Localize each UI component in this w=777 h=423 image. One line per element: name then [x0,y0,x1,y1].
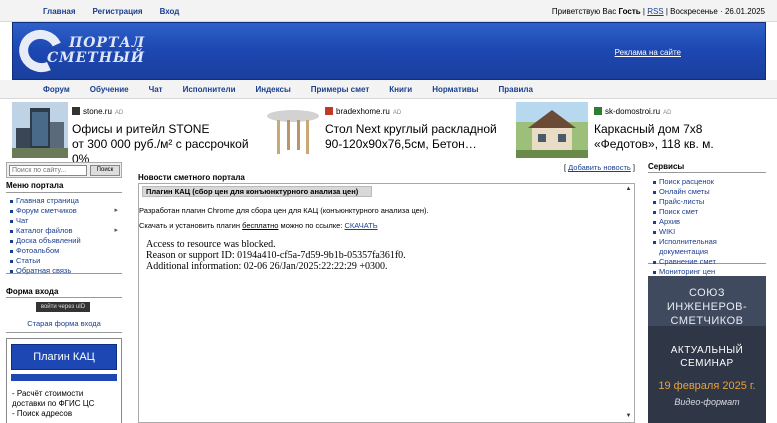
seminar-banner[interactable]: СОЮЗ ИНЖЕНЕРОВ-СМЕТЧИКОВ АКТУАЛЬНЫЙ СЕМИ… [648,276,766,423]
kac-item: доставки по ФГИС ЦС [12,399,95,408]
menu-item-chat[interactable]: Чат [10,216,122,226]
portal-menu-title: Меню портала [6,181,64,190]
logo-text-top: ПОРТАЛ [69,35,146,51]
scroll-down-icon[interactable]: ▼ [625,413,632,420]
banner-heading: АКТУАЛЬНЫЙ СЕМИНАР [670,345,744,369]
search-form: Поиск [6,162,122,178]
site-favicon-icon [72,107,80,115]
menu-item-home[interactable]: Главная страница [10,196,122,206]
menu-estimate-examples[interactable]: Примеры смет [311,85,370,94]
ad-site: bradexhome.ru AD [325,107,401,116]
services-title: Сервисы [648,162,685,171]
plugin-description: Разработан плагин Chrome для сбора цен д… [139,206,429,215]
kac-plugin-banner[interactable]: Плагин КАЦ - Расчёт стоимости доставки п… [6,338,122,423]
menu-forum[interactable]: Форум [43,85,70,94]
service-item[interactable]: Прайс-листы [653,197,766,207]
news-title: Новости сметного портала [138,173,245,182]
menu-item-files[interactable]: Каталог файлов ▸ [10,226,122,236]
top-bar: Главная Регистрация Вход Приветствую Вас… [0,0,777,22]
ad-text: Каркасный дом 7х8 «Федотов», 118 кв. м. [594,122,714,151]
login-form-title: Форма входа [6,287,59,296]
menu-regulations[interactable]: Нормативы [432,85,478,94]
kac-divider [11,374,117,381]
site-logo[interactable]: ПОРТАЛ СМЕТНЫЙ [13,23,169,79]
search-button[interactable]: Поиск [90,165,120,176]
menu-item-board[interactable]: Доска объявлений [10,236,122,246]
plugin-title: Плагин КАЦ (сбор цен для конъюнктурного … [142,186,372,197]
rss-link[interactable]: RSS [647,7,663,16]
greeting-text: Приветствую Вас [551,7,617,16]
ad-house-image [516,102,588,158]
menu-item-feedback[interactable]: Обратная связь [10,266,122,276]
service-item[interactable]: Поиск смет [653,207,766,217]
menu-indexes[interactable]: Индексы [256,85,291,94]
add-news: [ Добавить новость ] [563,163,635,172]
plugin-download-line: Скачать и установить плагин бесплатно мо… [139,221,378,230]
menu-chat[interactable]: Чат [149,85,163,94]
scroll-up-icon[interactable]: ▲ [625,186,632,193]
menu-item-photo[interactable]: Фотоальбом [10,246,122,256]
menu-item-articles[interactable]: Статьи [10,256,122,266]
portal-menu: Главная страница Форум сметчиков ▸ Чат Ка… [6,192,122,276]
news-frame: Плагин КАЦ (сбор цен для конъюнктурного … [138,183,635,423]
site-favicon-icon [325,107,333,115]
service-item[interactable]: Исполнительная документация [653,237,766,257]
service-item[interactable]: Сравнение смет [653,257,766,267]
service-item[interactable]: Архив [653,217,766,227]
logo-text-bottom: СМЕТНЫЙ [47,50,146,66]
uid-login-button[interactable]: войти через uID [36,302,90,312]
banner-date: 19 февраля 2025 г. [658,380,756,392]
nav-home-link[interactable]: Главная [43,7,76,16]
ad-bradexhome[interactable]: bradexhome.ru AD Стол Next круглый раскла… [265,102,515,158]
main-content: [ Добавить новость ] Новости сметного по… [138,160,635,423]
old-login-link[interactable]: Старая форма входа [6,319,122,328]
search-input[interactable] [9,165,87,176]
add-news-link[interactable]: Добавить новость [568,163,631,172]
kac-item: - Поиск адресов [12,409,73,418]
chevron-right-icon: ▸ [114,207,118,214]
service-item[interactable]: WIKI [653,227,766,237]
top-nav: Главная Регистрация Вход [43,7,179,16]
site-favicon-icon [594,107,602,115]
kac-title: Плагин КАЦ [11,344,117,370]
nav-register-link[interactable]: Регистрация [93,7,143,16]
services-list: Поиск расценок Онлайн сметы Прайс-листы … [648,172,766,276]
banner-format: Видео-формат [674,397,740,407]
scrollbar[interactable]: ▲ ▼ [625,186,632,420]
kac-item: - Расчёт стоимости [12,389,84,398]
current-date: Воскресенье · 26.01.2025 [670,7,765,16]
blocked-message: Access to resource was blocked. Reason o… [146,239,406,272]
ad-text: Стол Next круглый раскладной 90-120х90х76… [325,122,497,151]
ad-strip: stone.ru AD Офисы и ритейл STONE от 300 00… [12,102,766,166]
menu-rules[interactable]: Правила [498,85,532,94]
banner-org: СОЮЗ ИНЖЕНЕРОВ-СМЕТЧИКОВ [648,276,766,327]
ad-table-image [265,102,321,158]
advertise-link[interactable]: Реклама на сайте [615,48,681,57]
greeting: Приветствую Вас Гость | RSS | Воскресень… [551,7,765,16]
ad-stone[interactable]: stone.ru AD Офисы и ритейл STONE от 300 00… [12,102,262,166]
ad-building-image [12,102,68,158]
ad-sk-domostroi[interactable]: sk-domostroi.ru AD Каркасный дом 7х8 «Федо… [516,102,766,158]
ad-site: sk-domostroi.ru AD [594,107,671,116]
menu-training[interactable]: Обучение [90,85,129,94]
menu-contractors[interactable]: Исполнители [183,85,236,94]
menu-books[interactable]: Книги [389,85,412,94]
login-form: войти через uID Старая форма входа [6,297,122,333]
menu-item-forum[interactable]: Форум сметчиков ▸ [10,206,122,216]
chevron-right-icon: ▸ [114,227,118,234]
nav-login-link[interactable]: Вход [160,7,180,16]
download-link[interactable]: СКАЧАТЬ [345,221,378,230]
ad-site: stone.ru AD [72,107,123,116]
user-name: Гость [618,7,641,16]
service-item[interactable]: Поиск расценок [653,177,766,187]
service-item[interactable]: Онлайн сметы [653,187,766,197]
main-menu: Форум Обучение Чат Исполнители Индексы П… [0,80,777,99]
site-header: ПОРТАЛ СМЕТНЫЙ Реклама на сайте [12,22,766,80]
